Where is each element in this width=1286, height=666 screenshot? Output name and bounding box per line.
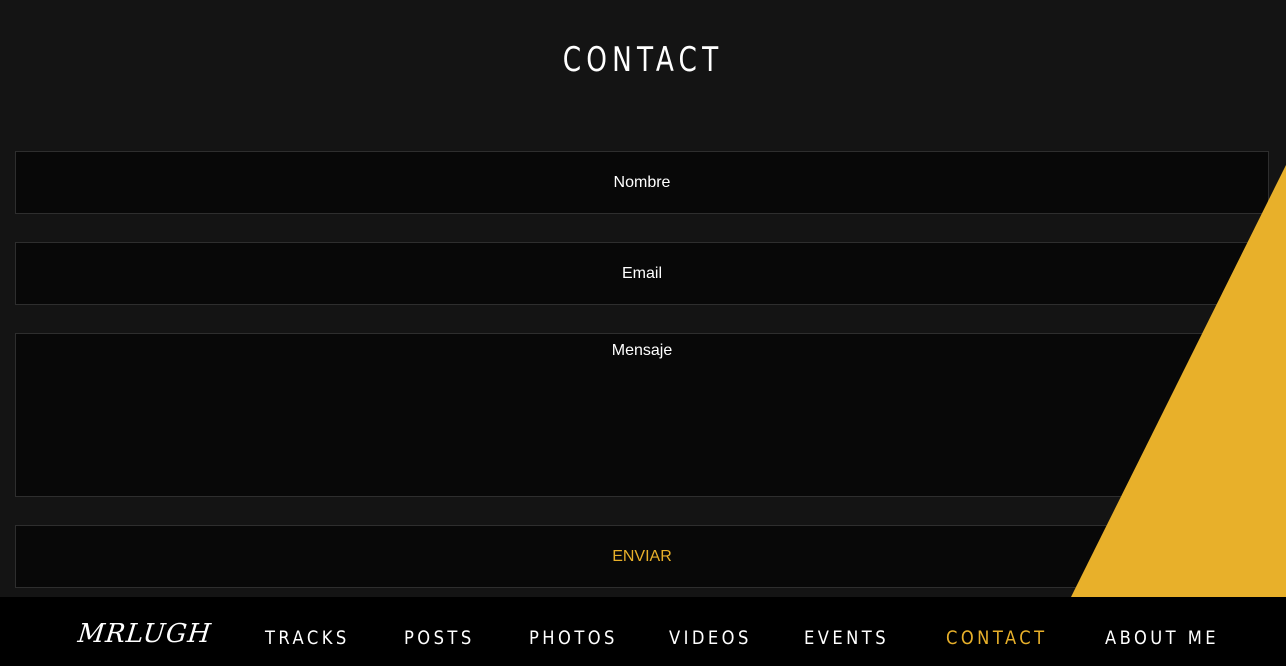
name-input[interactable] bbox=[15, 151, 1269, 214]
nav-item-posts[interactable]: POSTS bbox=[404, 627, 475, 649]
nav-item-videos[interactable]: VIDEOS bbox=[669, 627, 752, 649]
page-title: CONTACT bbox=[562, 40, 724, 80]
nav-item-events[interactable]: EVENTS bbox=[804, 627, 889, 649]
bottom-navigation: MRLUGH TRACKS POSTS PHOTOS VIDEOS EVENTS… bbox=[0, 597, 1286, 666]
message-textarea[interactable] bbox=[15, 333, 1269, 497]
nav-item-contact[interactable]: CONTACT bbox=[946, 627, 1048, 649]
nav-item-photos[interactable]: PHOTOS bbox=[529, 627, 618, 649]
submit-button[interactable]: ENVIAR bbox=[15, 525, 1269, 588]
nav-item-tracks[interactable]: TRACKS bbox=[265, 627, 350, 649]
site-logo[interactable]: MRLUGH bbox=[76, 619, 213, 649]
nav-item-about-me[interactable]: ABOUT ME bbox=[1105, 627, 1219, 649]
email-input[interactable] bbox=[15, 242, 1269, 305]
